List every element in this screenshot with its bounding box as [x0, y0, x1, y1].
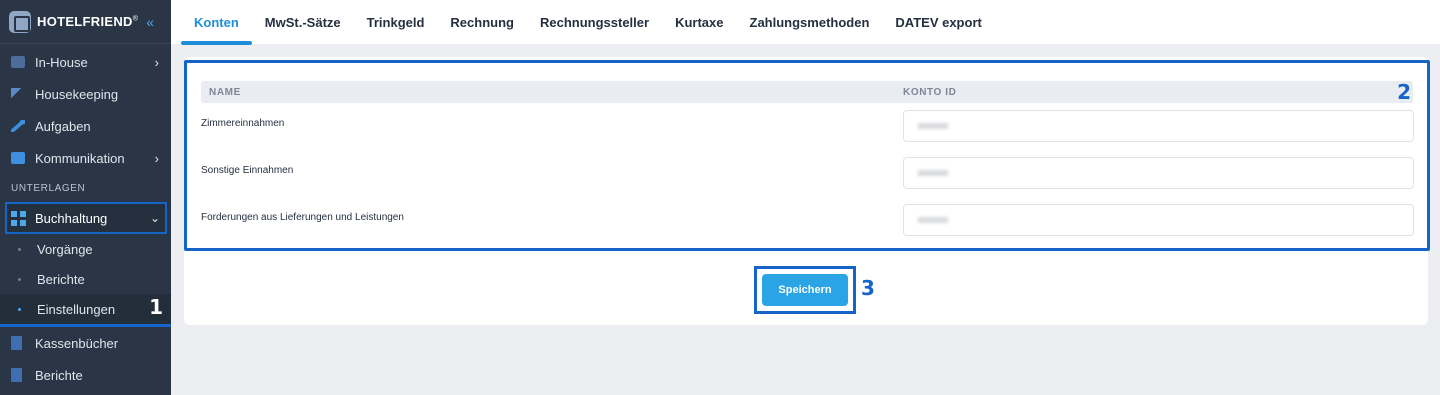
sidebar-item-label: Kommunikation	[35, 150, 125, 166]
wrench-icon	[11, 120, 25, 132]
sidebar-item-in-house[interactable]: In-House ›	[0, 46, 171, 78]
chevron-down-icon: ⌄	[149, 211, 160, 225]
tab-mwst-saetze[interactable]: MwSt.-Sätze	[252, 15, 354, 44]
tab-rechnung[interactable]: Rechnung	[437, 15, 527, 44]
konten-table-highlight: NAME KONTO ID 2 Zimmereinnahmen Sonstige…	[184, 60, 1430, 251]
sidebar-item-aufgaben[interactable]: Aufgaben	[0, 110, 171, 142]
cart-icon	[11, 56, 25, 68]
sidebar-subitem-einstellungen[interactable]: Einstellungen 1	[0, 294, 171, 327]
sidebar-item-kassenbuecher[interactable]: Kassenbücher	[0, 327, 171, 359]
save-button-highlight: Speichern	[754, 266, 856, 314]
sidebar-item-buchhaltung[interactable]: Buchhaltung ⌄	[5, 202, 167, 234]
double-chevron-left-icon[interactable]: «	[146, 14, 154, 30]
blurred-value	[918, 170, 948, 176]
column-header-name: NAME	[209, 87, 241, 98]
section-label-unterlagen: UNTERLAGEN	[11, 182, 86, 194]
row-label: Forderungen aus Lieferungen und Leistung…	[201, 212, 404, 223]
sidebar-item-label: Buchhaltung	[35, 210, 108, 226]
tab-trinkgeld[interactable]: Trinkgeld	[354, 15, 438, 44]
book-icon	[11, 336, 22, 350]
table-header: NAME KONTO ID	[201, 81, 1413, 103]
sidebar-subitem-berichte[interactable]: Berichte	[0, 264, 171, 294]
konto-id-input[interactable]	[903, 204, 1414, 236]
hotelfriend-logo-icon	[9, 10, 31, 33]
row-label: Zimmereinnahmen	[201, 118, 285, 129]
table-row: Zimmereinnahmen	[201, 110, 1414, 142]
bullet-icon	[18, 247, 21, 251]
chevron-right-icon: ›	[154, 150, 159, 166]
konto-id-input[interactable]	[903, 110, 1414, 142]
konten-card: NAME KONTO ID 2 Zimmereinnahmen Sonstige…	[184, 57, 1430, 325]
sidebar-subitem-label: Einstellungen	[37, 301, 116, 317]
sidebar-item-housekeeping[interactable]: Housekeeping	[0, 78, 171, 110]
sidebar-item-kommunikation[interactable]: Kommunikation ›	[0, 142, 171, 174]
blurred-value	[918, 217, 948, 223]
sidebar-subitem-vorgaenge[interactable]: Vorgänge	[0, 234, 171, 264]
sidebar-item-label: In-House	[35, 54, 88, 70]
sidebar-subitem-label: Berichte	[37, 271, 85, 287]
chat-icon	[11, 152, 25, 164]
tab-konten[interactable]: Konten	[181, 15, 252, 45]
broom-icon	[11, 88, 25, 100]
chevron-right-icon: ›	[154, 54, 159, 70]
column-header-konto-id: KONTO ID	[903, 87, 957, 98]
sidebar-item-berichte[interactable]: Berichte	[0, 359, 171, 391]
sidebar-subitem-label: Vorgänge	[37, 241, 93, 257]
tab-zahlungsmethoden[interactable]: Zahlungsmethoden	[737, 15, 883, 44]
step-callout-1: 1	[149, 295, 163, 319]
blurred-value	[918, 123, 948, 129]
sidebar-item-label: Aufgaben	[35, 118, 91, 134]
brand-name: HOTELFRIEND®	[37, 14, 139, 29]
tab-datev-export[interactable]: DATEV export	[882, 15, 994, 44]
tab-kurtaxe[interactable]: Kurtaxe	[662, 15, 736, 44]
save-button[interactable]: Speichern	[762, 274, 848, 306]
grid-icon	[11, 210, 26, 226]
step-callout-2: 2	[1397, 80, 1411, 104]
table-row: Forderungen aus Lieferungen und Leistung…	[201, 204, 1414, 236]
bullet-icon	[18, 277, 21, 281]
sidebar-item-label: Berichte	[35, 367, 83, 383]
konto-id-input[interactable]	[903, 157, 1414, 189]
tab-rechnungssteller[interactable]: Rechnungssteller	[527, 15, 662, 44]
row-label: Sonstige Einnahmen	[201, 165, 294, 176]
clipboard-icon	[11, 368, 22, 382]
sidebar-item-label: Kassenbücher	[35, 335, 119, 351]
brand-header: HOTELFRIEND® «	[0, 0, 171, 44]
sidebar: HOTELFRIEND® « In-House › Housekeeping A…	[0, 0, 171, 395]
table-row: Sonstige Einnahmen	[201, 157, 1414, 189]
step-callout-3: 3	[861, 276, 875, 300]
bullet-icon	[18, 307, 21, 311]
tab-bar: Konten MwSt.-Sätze Trinkgeld Rechnung Re…	[171, 0, 1440, 45]
sidebar-item-label: Housekeeping	[35, 86, 119, 102]
